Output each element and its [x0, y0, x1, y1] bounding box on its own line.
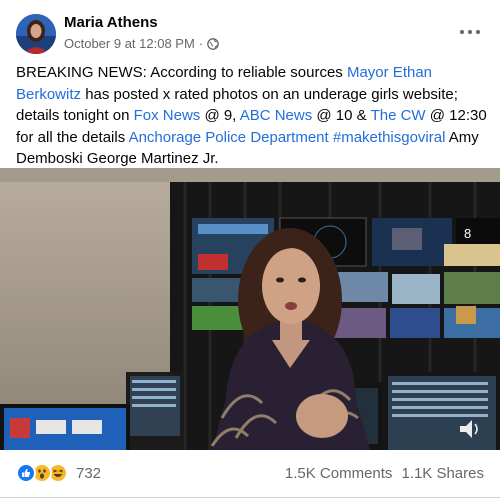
- text-segment: @ 9,: [200, 107, 240, 124]
- link-hashtag[interactable]: #makethisgoviral: [333, 129, 446, 146]
- link-the-cw[interactable]: The CW: [371, 107, 426, 124]
- text-segment: BREAKING NEWS: According to reliable sou…: [16, 64, 347, 81]
- comments-count[interactable]: 1.5K Comments: [285, 465, 393, 482]
- post-meta: October 9 at 12:08 PM ·: [64, 36, 219, 51]
- post-header: Maria Athens October 9 at 12:08 PM ·: [0, 0, 500, 62]
- link-fox-news[interactable]: Fox News: [134, 107, 201, 124]
- text-segment: @ 10 &: [312, 107, 371, 124]
- post-timestamp[interactable]: October 9 at 12:08 PM: [64, 36, 195, 51]
- author-name[interactable]: Maria Athens: [64, 14, 158, 31]
- monitor-number: 8: [464, 226, 471, 241]
- more-options-icon[interactable]: [458, 22, 482, 42]
- post-text: BREAKING NEWS: According to reliable sou…: [16, 62, 488, 170]
- reactions-summary[interactable]: 732: [16, 463, 101, 483]
- video-player[interactable]: 8: [0, 168, 500, 450]
- avatar[interactable]: [16, 14, 56, 54]
- meta-separator: ·: [198, 36, 204, 51]
- globe-icon[interactable]: [207, 37, 219, 50]
- engagement-stats: 1.5K Comments 1.1K Shares: [285, 465, 484, 482]
- shares-count[interactable]: 1.1K Shares: [401, 465, 484, 482]
- link-anchorage-police[interactable]: Anchorage Police Department: [129, 129, 329, 146]
- post-footer: 732 1.5K Comments 1.1K Shares: [0, 450, 500, 498]
- reaction-count: 732: [76, 464, 102, 482]
- link-abc-news[interactable]: ABC News: [240, 107, 313, 124]
- video-frame: 8: [0, 168, 500, 450]
- like-icon: [16, 463, 36, 483]
